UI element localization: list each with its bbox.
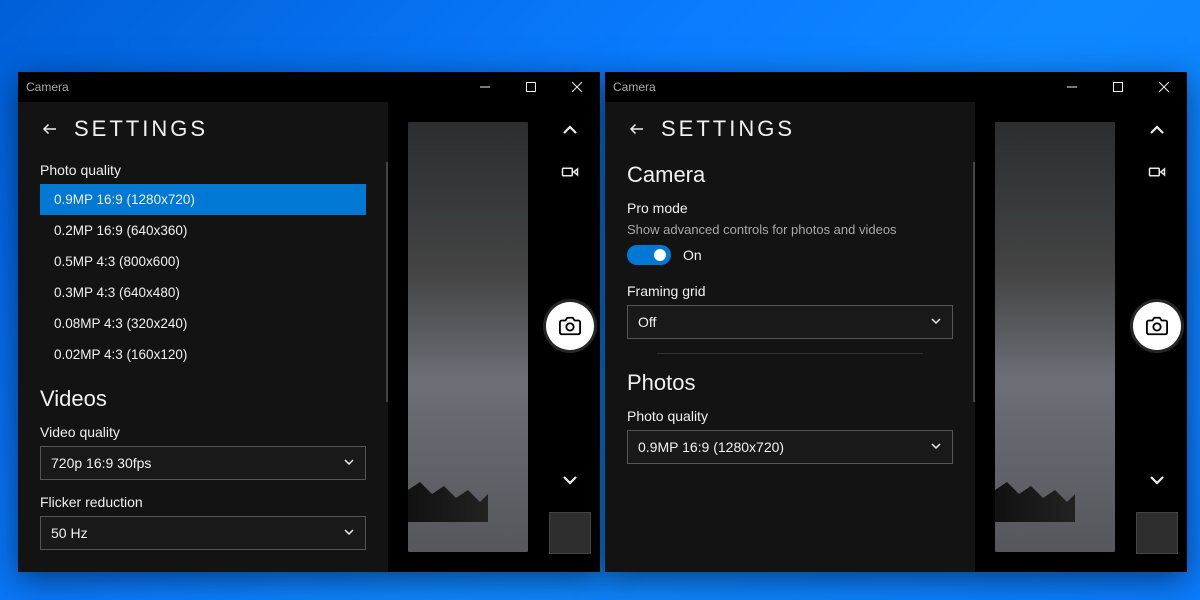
titlebar: Camera: [18, 72, 600, 102]
photo-quality-option[interactable]: 0.02MP 4:3 (160x120): [40, 339, 366, 370]
video-quality-value: 720p 16:9 30fps: [51, 455, 151, 471]
video-quality-label: Video quality: [40, 424, 366, 440]
divider: [657, 353, 923, 354]
flicker-reduction-value: 50 Hz: [51, 525, 88, 541]
scrollbar[interactable]: [386, 162, 388, 402]
video-mode-icon[interactable]: [560, 162, 580, 182]
last-capture-thumbnail[interactable]: [1136, 512, 1178, 554]
chevron-down-icon: [343, 525, 355, 541]
photo-quality-value: 0.9MP 16:9 (1280x720): [638, 439, 784, 455]
chevron-down-icon[interactable]: [560, 470, 580, 490]
close-button[interactable]: [554, 72, 600, 102]
chevron-down-icon[interactable]: [1147, 470, 1167, 490]
back-arrow-icon[interactable]: [40, 119, 60, 139]
photo-quality-option[interactable]: 0.9MP 16:9 (1280x720): [40, 184, 366, 215]
window-title: Camera: [613, 80, 656, 94]
shutter-button[interactable]: [546, 302, 594, 350]
camera-preview: [408, 122, 528, 552]
video-quality-dropdown[interactable]: 720p 16:9 30fps: [40, 446, 366, 480]
pro-mode-sublabel: Show advanced controls for photos and vi…: [627, 222, 953, 237]
videos-heading: Videos: [40, 386, 366, 412]
back-arrow-icon[interactable]: [627, 119, 647, 139]
camera-window-left: Camera SETTINGS Photo quality 0.9MP 16:9…: [18, 72, 600, 572]
photo-quality-options-list: 0.9MP 16:9 (1280x720) 0.2MP 16:9 (640x36…: [40, 184, 366, 370]
settings-title: SETTINGS: [661, 116, 795, 142]
framing-grid-value: Off: [638, 314, 656, 330]
pro-mode-toggle[interactable]: [627, 245, 671, 265]
pro-mode-state: On: [683, 247, 702, 263]
camera-heading: Camera: [627, 162, 953, 188]
settings-panel: SETTINGS Photo quality 0.9MP 16:9 (1280x…: [18, 102, 388, 572]
chevron-down-icon: [930, 439, 942, 455]
photo-quality-label: Photo quality: [40, 162, 366, 178]
camera-rail: [1127, 102, 1187, 572]
photo-quality-option[interactable]: 0.08MP 4:3 (320x240): [40, 308, 366, 339]
framing-grid-label: Framing grid: [627, 283, 953, 299]
minimize-button[interactable]: [1049, 72, 1095, 102]
titlebar: Camera: [605, 72, 1187, 102]
chevron-down-icon: [343, 455, 355, 471]
maximize-button[interactable]: [1095, 72, 1141, 102]
framing-grid-dropdown[interactable]: Off: [627, 305, 953, 339]
video-mode-icon[interactable]: [1147, 162, 1167, 182]
photos-heading: Photos: [627, 370, 953, 396]
pro-mode-label: Pro mode: [627, 200, 953, 216]
camera-rail: [540, 102, 600, 572]
photo-quality-option[interactable]: 0.3MP 4:3 (640x480): [40, 277, 366, 308]
close-button[interactable]: [1141, 72, 1187, 102]
camera-preview: [995, 122, 1115, 552]
flicker-reduction-label: Flicker reduction: [40, 494, 366, 510]
minimize-button[interactable]: [462, 72, 508, 102]
flicker-reduction-dropdown[interactable]: 50 Hz: [40, 516, 366, 550]
camera-window-right: Camera SETTINGS Camera Pro mode Show adv…: [605, 72, 1187, 572]
chevron-up-icon[interactable]: [1147, 120, 1167, 140]
photo-quality-dropdown[interactable]: 0.9MP 16:9 (1280x720): [627, 430, 953, 464]
window-title: Camera: [26, 80, 69, 94]
scrollbar[interactable]: [973, 162, 975, 402]
settings-title: SETTINGS: [74, 116, 208, 142]
chevron-up-icon[interactable]: [560, 120, 580, 140]
last-capture-thumbnail[interactable]: [549, 512, 591, 554]
photo-quality-option[interactable]: 0.5MP 4:3 (800x600): [40, 246, 366, 277]
maximize-button[interactable]: [508, 72, 554, 102]
chevron-down-icon: [930, 314, 942, 330]
photo-quality-label: Photo quality: [627, 408, 953, 424]
settings-panel: SETTINGS Camera Pro mode Show advanced c…: [605, 102, 975, 572]
shutter-button[interactable]: [1133, 302, 1181, 350]
photo-quality-option[interactable]: 0.2MP 16:9 (640x360): [40, 215, 366, 246]
